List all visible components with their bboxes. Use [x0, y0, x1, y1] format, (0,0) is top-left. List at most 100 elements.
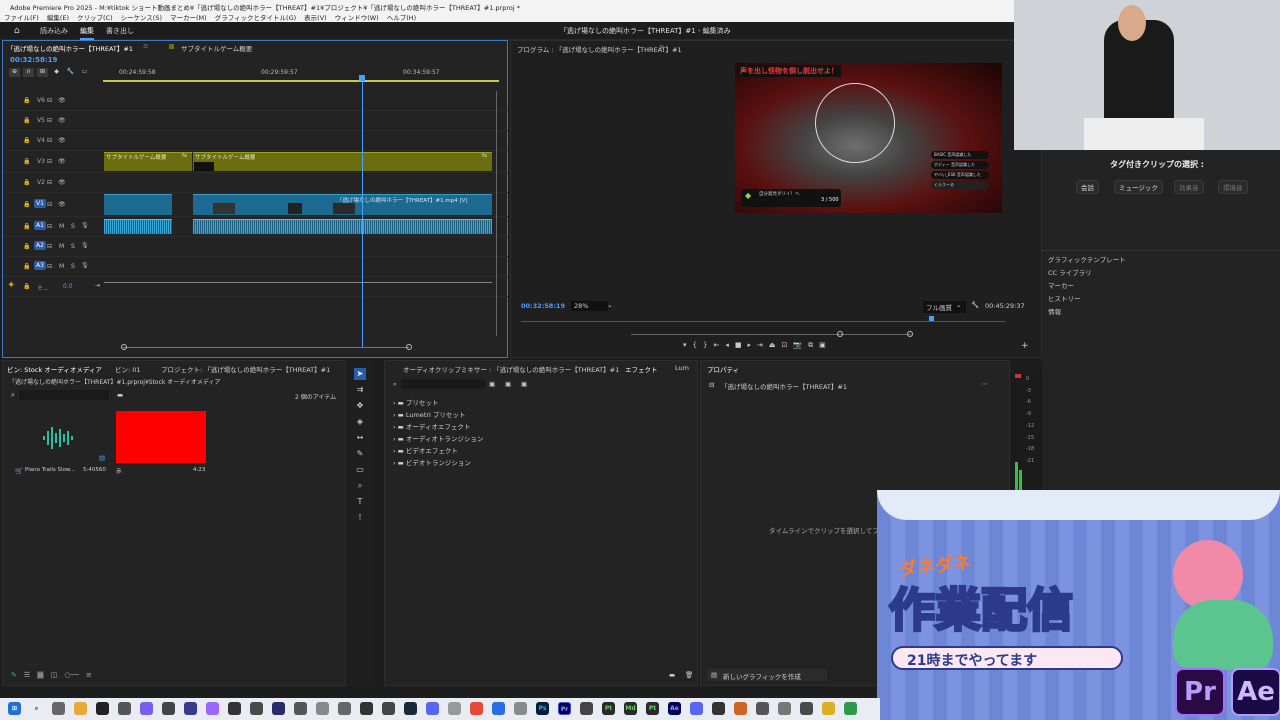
eye-icon[interactable]: 👁 — [58, 158, 66, 165]
mute-icon[interactable]: M — [59, 263, 64, 270]
rectangle-icon[interactable]: ▭ — [354, 464, 366, 476]
eye-icon[interactable]: 👁 — [58, 137, 66, 144]
program-playhead[interactable] — [929, 316, 934, 321]
work-area-bar[interactable] — [103, 80, 499, 82]
app-icon[interactable]: Md — [624, 702, 637, 715]
extract-icon[interactable]: ⊡ — [781, 341, 787, 350]
scroll-handle-right[interactable] — [406, 344, 412, 350]
app-icon[interactable] — [690, 702, 703, 715]
step-back-icon[interactable]: ◂ — [725, 341, 729, 350]
timeline-timecode[interactable]: 00:32:58:19 — [10, 56, 57, 64]
lock-icon[interactable]: 🔒 — [23, 201, 30, 208]
sync-icon[interactable]: ⊟ — [47, 201, 52, 208]
app-icon[interactable] — [52, 702, 65, 715]
chevron-down-icon[interactable]: ⌄ — [607, 301, 612, 309]
sort-icon[interactable]: ≡ — [86, 671, 92, 679]
sync-icon[interactable]: ⊟ — [47, 223, 52, 230]
32bit-icon[interactable]: ▣ — [505, 380, 511, 388]
track-select-icon[interactable]: ⇉ — [354, 384, 366, 396]
effects-folder[interactable]: › ▬ オーディオエフェクト — [393, 421, 470, 431]
vertical-scrollbar[interactable] — [496, 91, 497, 336]
folder-icon[interactable]: ▬ — [117, 391, 123, 399]
scroll-handle-left[interactable] — [121, 344, 127, 350]
zoom-slider[interactable]: ○── — [64, 671, 79, 679]
discord-icon[interactable] — [426, 702, 439, 715]
program-timecode[interactable]: 00:32:58:19 — [521, 302, 565, 310]
eye-icon[interactable]: 👁 — [58, 97, 66, 104]
audio-clip[interactable] — [193, 219, 492, 234]
sync-icon[interactable]: ⊟ — [47, 243, 52, 250]
list-view-icon[interactable]: ☰ — [24, 671, 30, 679]
menu-icon[interactable]: ≡ — [143, 42, 148, 50]
mute-icon[interactable]: M — [59, 243, 64, 250]
slip-icon[interactable]: ↔ — [354, 432, 366, 444]
app-icon[interactable] — [580, 702, 593, 715]
chip-dialogue[interactable]: 会話 — [1076, 180, 1099, 194]
video-clip[interactable] — [104, 194, 172, 215]
track-label[interactable]: V1 — [34, 199, 46, 208]
eye-icon[interactable]: 👁 — [58, 201, 66, 208]
add-button-icon[interactable]: + — [1021, 341, 1029, 351]
app-icon[interactable] — [96, 702, 109, 715]
tab-export[interactable]: 書き出し — [106, 26, 134, 36]
track-label[interactable]: A2 — [34, 241, 46, 250]
more-icon[interactable]: ⋯ — [981, 380, 988, 388]
search-icon[interactable]: ⌕ — [393, 380, 397, 389]
eye-icon[interactable]: 👁 — [58, 117, 66, 124]
menu-graphics[interactable]: グラフィックとタイトル(G) — [215, 12, 296, 22]
app-icon[interactable] — [448, 702, 461, 715]
timeline-tab-subtitle[interactable]: サブタイトルゲーム概要 — [181, 43, 252, 53]
menu-view[interactable]: 表示(V) — [304, 12, 327, 22]
lock-icon[interactable]: 🔒 — [23, 97, 30, 104]
windows-start-icon[interactable]: ⊞ — [8, 702, 21, 715]
effects-folder[interactable]: › ▬ プリセット — [393, 397, 438, 407]
app-icon[interactable] — [338, 702, 351, 715]
sync-icon[interactable]: ⊟ — [47, 97, 52, 104]
search-icon[interactable]: ⌕ — [11, 391, 15, 400]
app-icon[interactable] — [514, 702, 527, 715]
tab-audio-mixer[interactable]: オーディオクリップミキサー : 「逃げ場なしの絶叫ホラー【THREAT】#1 — [403, 364, 619, 374]
freeform-view-icon[interactable]: ◫ — [51, 671, 58, 679]
solo-icon[interactable]: S — [71, 223, 75, 230]
caption-icon[interactable]: ⊺ — [354, 512, 366, 524]
icon-view-icon[interactable]: ▦ — [37, 671, 44, 679]
solo-icon[interactable]: S — [71, 263, 75, 270]
chip-ambience[interactable]: 環境音 — [1218, 180, 1248, 194]
app-icon[interactable] — [492, 702, 505, 715]
tab-project[interactable]: プロジェクト: 「逃げ場なしの絶叫ホラー【THREAT】#1 — [161, 364, 330, 374]
sync-icon[interactable]: ⊟ — [47, 179, 52, 186]
subtitle-clip[interactable]: サブタイトルゲーム概要 fx — [104, 152, 192, 171]
zoom-handle-right[interactable] — [907, 331, 913, 337]
chip-music[interactable]: ミュージック — [1114, 180, 1163, 194]
menu-window[interactable]: ウィンドウ(W) — [335, 12, 379, 22]
video-frame[interactable]: 声を出し怪物を倒し脱出せよ！ ◆ 自分発見ダリイ！へ 3 / 500 BASIC… — [735, 63, 1002, 213]
lock-icon[interactable]: 🔒 — [23, 283, 30, 290]
audio-clip[interactable] — [104, 219, 172, 234]
app-icon[interactable] — [712, 702, 725, 715]
app-icon[interactable] — [822, 702, 835, 715]
lock-icon[interactable]: 🔒 — [23, 137, 30, 144]
tab-bin-stock[interactable]: ビン: Stock オーディオメディア — [7, 364, 102, 374]
lock-icon[interactable]: 🔒 — [23, 263, 30, 270]
go-to-in-icon[interactable]: ⇤ — [713, 341, 719, 350]
lock-icon[interactable]: 🔒 — [23, 117, 30, 124]
chevron-down-icon[interactable]: ⌄ — [956, 301, 961, 309]
audio-thumbnail[interactable] — [39, 421, 77, 455]
panel-history[interactable]: ヒストリー — [1048, 293, 1081, 303]
pencil-icon[interactable]: ✎ — [11, 671, 17, 679]
tab-effects[interactable]: エフェクト — [625, 364, 658, 374]
mute-icon[interactable]: M — [59, 223, 64, 230]
red-color-matte-thumbnail[interactable] — [116, 411, 206, 463]
effects-folder[interactable]: › ▬ ビデオトランジション — [393, 457, 471, 467]
wrench-icon[interactable]: 🔧 — [971, 301, 979, 309]
chip-sfx[interactable]: 効果音 — [1174, 180, 1204, 194]
tab-bin-01[interactable]: ビン: 01 — [115, 364, 141, 374]
snap-icon[interactable]: ∩ — [23, 68, 34, 77]
chrome-icon[interactable] — [470, 702, 483, 715]
app-icon[interactable] — [140, 702, 153, 715]
nest-icon[interactable]: ⊕ — [9, 68, 20, 77]
app-icon[interactable] — [382, 702, 395, 715]
tab-import[interactable]: 読み込み — [40, 26, 68, 36]
mark-in-icon[interactable]: { — [693, 341, 697, 350]
zoom-select[interactable]: 28% — [571, 301, 609, 311]
